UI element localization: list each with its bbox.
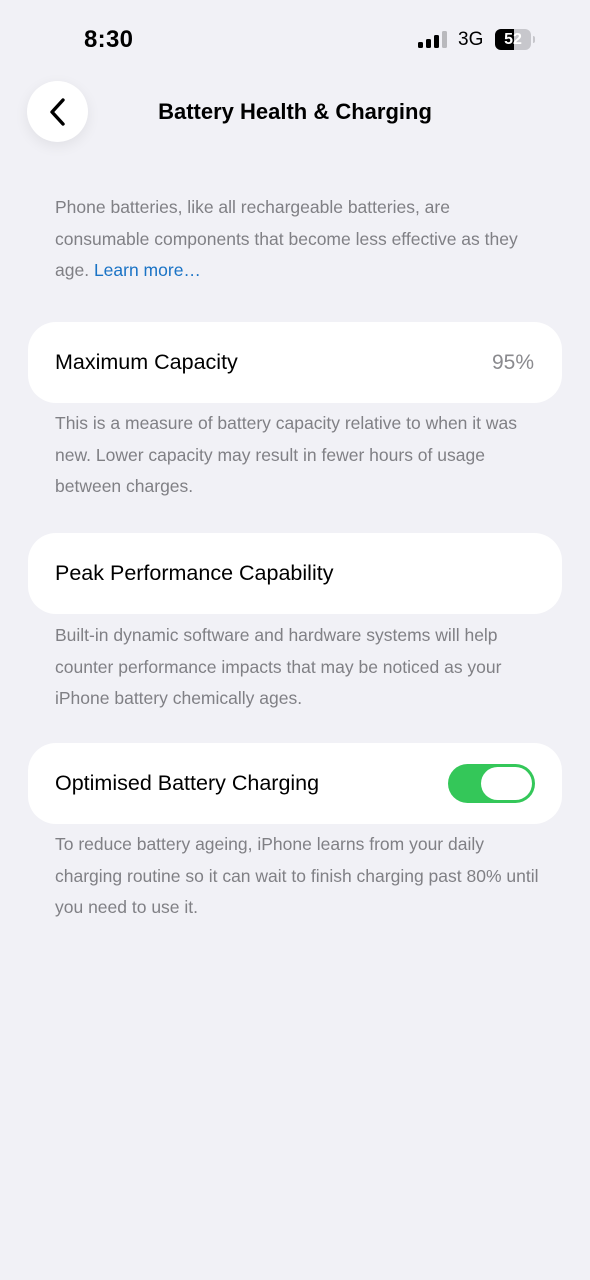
optimised-charging-row: Optimised Battery Charging bbox=[28, 743, 562, 824]
maximum-capacity-value: 95% bbox=[491, 351, 534, 374]
intro-description: Phone batteries, like all rechargeable b… bbox=[55, 192, 540, 287]
peak-performance-label: Peak Performance Capability bbox=[55, 561, 334, 585]
toggle-knob bbox=[481, 767, 532, 800]
learn-more-link[interactable]: Learn more… bbox=[94, 260, 201, 280]
peak-performance-row[interactable]: Peak Performance Capability bbox=[28, 533, 562, 614]
network-type: 3G bbox=[458, 29, 484, 50]
optimised-charging-toggle[interactable] bbox=[448, 764, 535, 803]
maximum-capacity-row: Maximum Capacity 95% bbox=[28, 322, 562, 403]
status-time: 8:30 bbox=[84, 26, 134, 53]
status-bar: 8:30 3G 52 bbox=[0, 0, 590, 80]
maximum-capacity-label: Maximum Capacity bbox=[55, 350, 238, 374]
battery-level: 52 bbox=[504, 31, 522, 48]
page-title: Battery Health & Charging bbox=[158, 99, 432, 124]
cellular-signal-icon bbox=[418, 30, 448, 48]
optimised-charging-label: Optimised Battery Charging bbox=[55, 771, 320, 795]
peak-performance-description: Built-in dynamic software and hardware s… bbox=[55, 625, 502, 708]
battery-icon: 52 bbox=[495, 29, 535, 50]
maximum-capacity-description: This is a measure of battery capacity re… bbox=[55, 413, 518, 496]
optimised-charging-description: To reduce battery ageing, iPhone learns … bbox=[55, 834, 539, 917]
